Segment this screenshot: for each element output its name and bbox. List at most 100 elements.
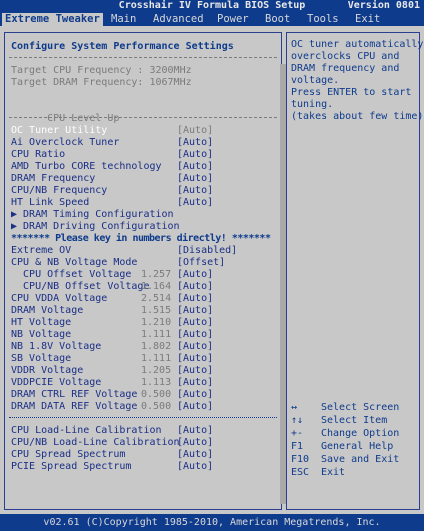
voltage-reading: 1.210 xyxy=(141,317,172,328)
voltage-label: CPU VDDA Voltage xyxy=(11,293,108,304)
help-line: OC tuner automatically xyxy=(291,39,424,50)
voltage-row[interactable]: NB Voltage 1.111 [Auto] xyxy=(11,329,271,341)
tab-main[interactable]: Main xyxy=(108,13,139,26)
calibration-row[interactable]: CPU Load-Line Calibration [Auto] xyxy=(11,425,271,437)
key-label: ESC xyxy=(291,467,310,478)
submenu-dram-driving[interactable]: ▶ DRAM Driving Configuration xyxy=(11,221,180,233)
setting-row[interactable]: DRAM Frequency [Auto] xyxy=(11,173,271,185)
voltage-reading: 1.111 xyxy=(141,329,172,340)
key-legend-item: +- Change Option xyxy=(291,427,419,440)
voltage-value: [Auto] xyxy=(177,305,214,316)
voltage-label: SB Voltage xyxy=(11,353,72,364)
help-line: overclocks CPU and xyxy=(291,51,400,62)
voltage-row[interactable]: DRAM DATA REF Voltage 0.500 [Auto] xyxy=(11,401,271,413)
voltage-label: NB 1.8V Voltage xyxy=(11,341,102,352)
calibration-label: CPU Load-Line Calibration xyxy=(11,425,162,436)
setting-row[interactable]: Ai Overclock Tuner [Auto] xyxy=(11,137,271,149)
divider xyxy=(9,57,277,58)
key-legend-item: ↑↓ Select Item xyxy=(291,414,419,427)
voltage-row[interactable]: HT Voltage 1.210 [Auto] xyxy=(11,317,271,329)
setting-label: CPU/NB Frequency xyxy=(11,185,108,196)
voltage-value: [Auto] xyxy=(177,377,214,388)
help-line: Press ENTER to start xyxy=(291,87,412,98)
setting-label: Ai Overclock Tuner xyxy=(11,137,120,148)
key-label: +- xyxy=(291,428,304,439)
calibration-row[interactable]: CPU Spread Spectrum [Auto] xyxy=(11,449,271,461)
settings-pane: Configure System Performance Settings Ta… xyxy=(4,32,282,510)
tab-advanced[interactable]: Advanced xyxy=(150,13,207,26)
voltage-value: [Auto] xyxy=(177,293,214,304)
tab-extreme-tweaker[interactable]: Extreme Tweaker xyxy=(2,13,103,26)
voltage-value: [Offset] xyxy=(177,257,226,268)
key-desc: Change Option xyxy=(321,428,400,439)
bios-version: Version 0801 xyxy=(347,0,420,11)
section-title: Configure System Performance Settings xyxy=(11,41,234,52)
key-legend-item: F10 Save and Exit xyxy=(291,453,419,466)
content-panel: Configure System Performance Settings Ta… xyxy=(0,26,424,514)
calibration-row[interactable]: CPU/NB Load-Line Calibration [Auto] xyxy=(11,437,271,449)
voltage-row[interactable]: Extreme OV [Disabled] xyxy=(11,245,271,257)
calibration-value: [Auto] xyxy=(177,449,214,460)
cpu-level-up-value: [Auto] xyxy=(177,125,214,136)
voltage-label: CPU Offset Voltage xyxy=(11,269,132,280)
voltage-value: [Auto] xyxy=(177,317,214,328)
arrows-ud-icon: ↑↓ xyxy=(291,415,304,426)
voltage-reading: 1.205 xyxy=(141,365,172,376)
voltage-label: DRAM Voltage xyxy=(11,305,84,316)
voltage-reading: 0.500 xyxy=(141,401,172,412)
voltage-value: [Auto] xyxy=(177,389,214,400)
voltage-label: VDDPCIE Voltage xyxy=(11,377,102,388)
setting-row[interactable]: AMD Turbo CORE technology [Auto] xyxy=(11,161,271,173)
voltage-row[interactable]: CPU VDDA Voltage 2.514 [Auto] xyxy=(11,293,271,305)
divider xyxy=(9,117,277,118)
voltage-row[interactable]: DRAM Voltage 1.515 [Auto] xyxy=(11,305,271,317)
voltage-row[interactable]: CPU/NB Offset Voltage 1.164 [Auto] xyxy=(11,281,271,293)
target-dram-frequency: Target DRAM Frequency: 1067MHz xyxy=(11,77,192,88)
voltage-row[interactable]: CPU Offset Voltage 1.257 [Auto] xyxy=(11,269,271,281)
oc-tuner-utility[interactable]: OC Tuner Utility xyxy=(11,125,107,137)
voltage-label: Extreme OV xyxy=(11,245,72,256)
voltage-row[interactable]: SB Voltage 1.111 [Auto] xyxy=(11,353,271,365)
voltage-value: [Disabled] xyxy=(177,245,238,256)
voltage-row[interactable]: NB 1.8V Voltage 1.802 [Auto] xyxy=(11,341,271,353)
tab-power[interactable]: Power xyxy=(214,13,252,26)
voltage-reading: 2.514 xyxy=(141,293,172,304)
voltage-row[interactable]: CPU & NB Voltage Mode [Offset] xyxy=(11,257,271,269)
help-text: OC tuner automatically overclocks CPU an… xyxy=(291,39,424,123)
key-legend: ↔ Select Screen ↑↓ Select Item +- Change Op… xyxy=(291,401,419,479)
voltage-row[interactable]: VDDR Voltage 1.205 [Auto] xyxy=(11,365,271,377)
setting-row[interactable]: CPU Ratio [Auto] xyxy=(11,149,271,161)
tab-tools[interactable]: Tools xyxy=(304,13,342,26)
help-line: tuning. xyxy=(291,99,334,110)
setting-value: [Auto] xyxy=(177,149,214,160)
help-line: (takes about few time) xyxy=(291,111,424,122)
voltage-label: VDDR Voltage xyxy=(11,365,84,376)
voltage-row[interactable]: DRAM CTRL REF Voltage 0.500 [Auto] xyxy=(11,389,271,401)
setting-row[interactable]: CPU/NB Frequency [Auto] xyxy=(11,185,271,197)
title-bar: Crosshair IV Formula BIOS Setup Version … xyxy=(0,0,424,12)
setting-label: CPU Ratio xyxy=(11,149,66,160)
cpu-level-up-row[interactable]: CPU Level Up [Auto] xyxy=(11,101,271,136)
tab-exit[interactable]: Exit xyxy=(352,13,383,26)
setting-label: DRAM Frequency xyxy=(11,173,96,184)
calibration-label: CPU Spread Spectrum xyxy=(11,449,126,460)
voltage-value: [Auto] xyxy=(177,353,214,364)
help-pane: OC tuner automatically overclocks CPU an… xyxy=(286,32,424,510)
voltage-reading: 1.515 xyxy=(141,305,172,316)
key-desc: Exit xyxy=(321,467,346,478)
voltage-row[interactable]: VDDPCIE Voltage 1.113 [Auto] xyxy=(11,377,271,389)
voltage-reading: 1.113 xyxy=(141,377,172,388)
setting-value: [Auto] xyxy=(177,161,214,172)
tab-boot[interactable]: Boot xyxy=(262,13,293,26)
key-legend-item: ↔ Select Screen xyxy=(291,401,419,414)
setting-value: [Auto] xyxy=(177,197,214,208)
setting-row[interactable]: HT Link Speed [Auto] xyxy=(11,197,271,209)
calibration-row[interactable]: PCIE Spread Spectrum [Auto] xyxy=(11,461,271,473)
voltage-value: [Auto] xyxy=(177,329,214,340)
submenu-dram-timing[interactable]: ▶ DRAM Timing Configuration xyxy=(11,209,174,221)
voltage-value: [Auto] xyxy=(177,401,214,412)
voltage-label: CPU & NB Voltage Mode xyxy=(11,257,138,268)
setting-value: [Auto] xyxy=(177,185,214,196)
voltage-value: [Auto] xyxy=(177,341,214,352)
voltage-reading: 1.802 xyxy=(141,341,172,352)
